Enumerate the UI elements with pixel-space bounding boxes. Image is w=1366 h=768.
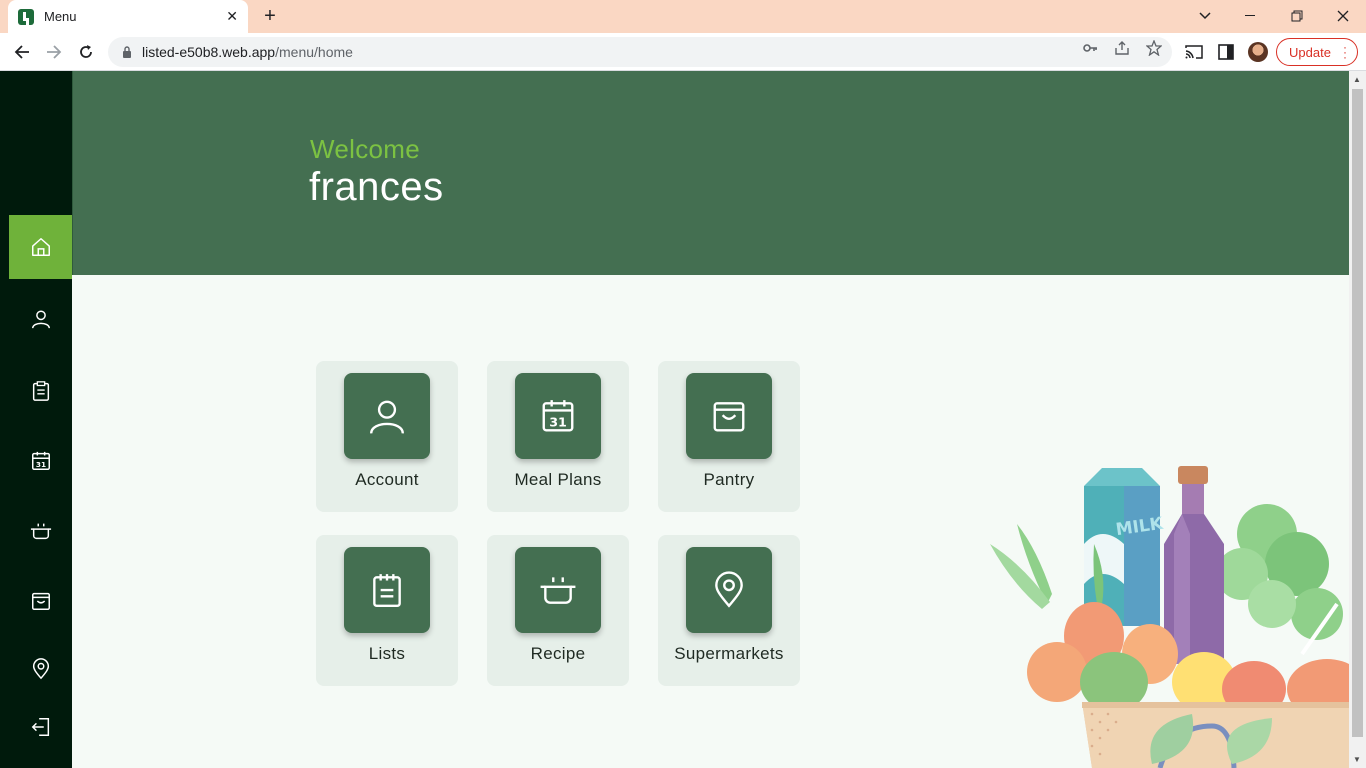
menu-card-lists[interactable]: Lists <box>316 535 458 686</box>
card-icon-tile <box>686 547 772 633</box>
card-label: Supermarkets <box>674 644 784 663</box>
grocery-bag-illustration: MILK <box>990 466 1349 768</box>
card-icon-tile <box>344 547 430 633</box>
logout-icon <box>31 718 49 736</box>
user-icon <box>369 400 405 434</box>
svg-text:31: 31 <box>35 460 45 469</box>
home-icon <box>31 238 50 256</box>
map-pin-icon <box>715 571 743 608</box>
menu-card-recipe[interactable]: Recipe <box>487 535 629 686</box>
url-text: listed-e50b8.web.app/menu/home <box>142 44 353 60</box>
side-panel-icon[interactable] <box>1216 42 1236 62</box>
card-label: Recipe <box>530 644 586 663</box>
sidebar-item-logout[interactable] <box>9 695 72 759</box>
main-content: Welcome frances Account 31 Meal Plans Pa… <box>72 71 1349 768</box>
sidebar: 31 <box>0 71 72 768</box>
pot-icon <box>540 577 576 604</box>
page-scrollbar[interactable]: ▲ ▼ <box>1349 71 1366 768</box>
welcome-banner: Welcome frances <box>72 71 1349 275</box>
card-label: Lists <box>368 644 406 663</box>
bookmark-star-icon[interactable] <box>1145 39 1163 57</box>
back-arrow-icon[interactable] <box>11 41 33 63</box>
card-icon-tile <box>515 547 601 633</box>
menu-card-pantry[interactable]: Pantry <box>658 361 800 512</box>
clipboard-icon <box>32 381 49 401</box>
browser-tab[interactable]: Menu ✕ <box>8 0 248 33</box>
welcome-text: Welcome <box>310 134 420 164</box>
sidebar-item-meal-plans[interactable]: 31 <box>9 429 72 493</box>
browser-tab-strip: Menu ✕ + <box>0 0 1366 33</box>
calendar-icon: 31 <box>31 451 50 470</box>
clipboard-icon <box>373 574 401 608</box>
calendar-icon: 31 <box>542 400 574 432</box>
sidebar-item-home[interactable] <box>9 215 72 279</box>
profile-avatar[interactable] <box>1248 42 1268 62</box>
close-window-icon[interactable] <box>1331 5 1355 27</box>
user-icon <box>31 310 50 329</box>
share-icon[interactable] <box>1114 40 1130 56</box>
pot-icon <box>30 523 51 540</box>
scroll-thumb[interactable] <box>1352 89 1363 737</box>
sidebar-item-recipe[interactable] <box>9 499 72 563</box>
card-icon-tile: 31 <box>515 373 601 459</box>
sidebar-item-account[interactable] <box>9 287 72 351</box>
scroll-up-arrow-icon[interactable]: ▲ <box>1353 75 1361 84</box>
lock-icon <box>123 46 131 58</box>
box-icon <box>713 402 745 432</box>
card-label: Pantry <box>703 470 755 489</box>
browser-toolbar: listed-e50b8.web.app/menu/home Update · ·… <box>0 33 1366 71</box>
username-heading: frances <box>309 165 444 209</box>
favicon-icon <box>18 8 34 25</box>
restore-icon[interactable] <box>1285 5 1309 27</box>
update-button[interactable]: Update · · · <box>1276 38 1358 66</box>
update-label: Update <box>1289 44 1331 60</box>
menu-card-meal-plans[interactable]: 31 Meal Plans <box>487 361 629 512</box>
tab-title: Menu <box>44 9 77 24</box>
minimize-icon[interactable] <box>1239 5 1263 27</box>
new-tab-button[interactable]: + <box>260 6 280 26</box>
map-pin-icon <box>32 658 49 680</box>
card-icon-tile <box>686 373 772 459</box>
card-label: Meal Plans <box>514 470 602 489</box>
app-root: 31 Welcome frances Account 31 Meal Plans… <box>0 71 1366 768</box>
svg-text:31: 31 <box>549 414 567 429</box>
sidebar-item-pantry[interactable] <box>9 569 72 633</box>
sidebar-item-supermarkets[interactable] <box>9 637 72 701</box>
scroll-down-arrow-icon[interactable]: ▼ <box>1353 755 1361 764</box>
address-bar[interactable]: listed-e50b8.web.app/menu/home <box>108 37 1172 67</box>
paper-bag-illustration <box>1082 702 1349 768</box>
menu-card-supermarkets[interactable]: Supermarkets <box>658 535 800 686</box>
tab-search-icon[interactable] <box>1193 5 1217 27</box>
sidebar-item-lists[interactable] <box>9 359 72 423</box>
tab-close-button[interactable]: ✕ <box>226 8 238 25</box>
more-menu-icon[interactable]: · · · <box>1343 41 1347 63</box>
reload-icon[interactable] <box>75 41 97 63</box>
forward-arrow-icon[interactable] <box>43 41 65 63</box>
box-icon <box>31 592 50 610</box>
card-icon-tile <box>344 373 430 459</box>
bottle-illustration <box>1164 466 1224 664</box>
cast-icon[interactable] <box>1184 42 1204 62</box>
key-icon[interactable] <box>1082 40 1098 56</box>
menu-card-account[interactable]: Account <box>316 361 458 512</box>
card-label: Account <box>355 470 419 489</box>
